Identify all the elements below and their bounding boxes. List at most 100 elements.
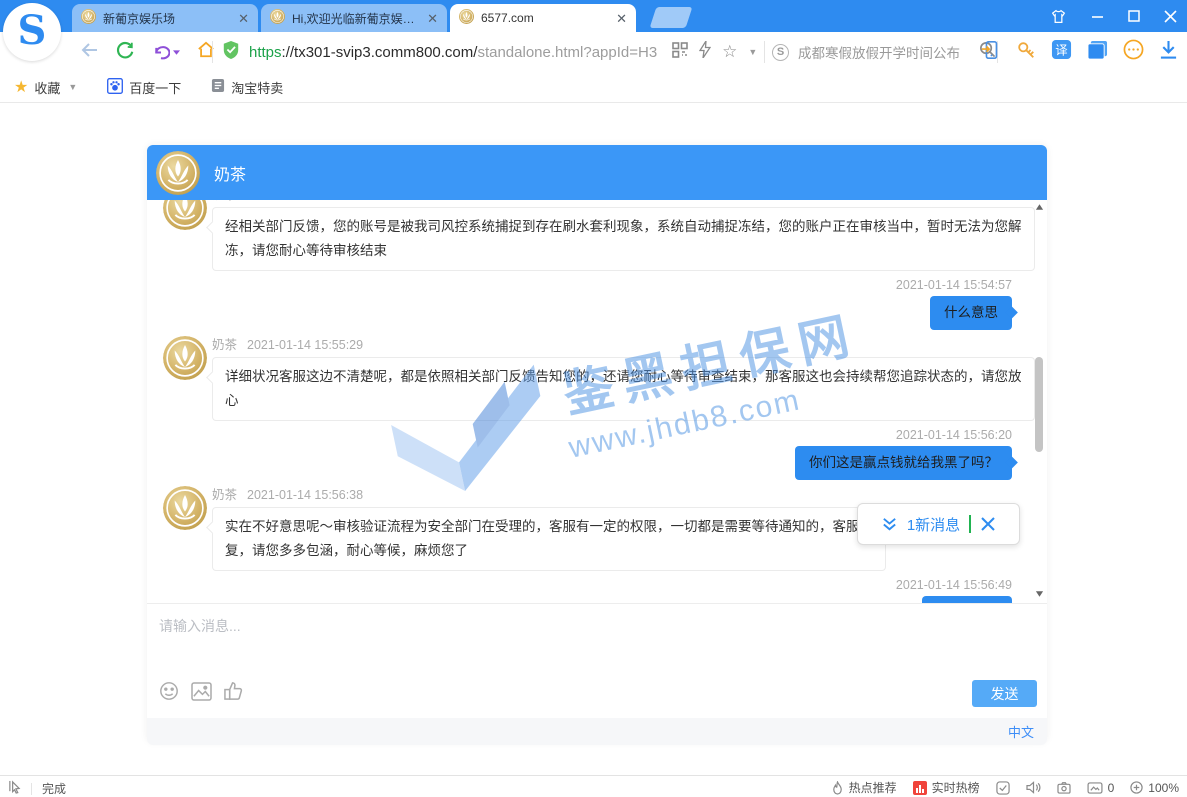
- collection-icon[interactable]: [1087, 40, 1108, 65]
- emoji-icon[interactable]: [159, 681, 179, 706]
- composer: 发送: [147, 603, 1047, 718]
- media-counter[interactable]: 0: [1087, 781, 1115, 795]
- message-input[interactable]: [159, 616, 859, 668]
- page-status-text: 完成: [42, 780, 66, 797]
- new-message-label[interactable]: 1新消息: [907, 514, 960, 535]
- bookmark-taobao[interactable]: 淘宝特卖: [211, 78, 283, 97]
- message-bubble: 详细状况客服这边不清楚呢，都是依照相关部门反馈告知您的，还请您耐心等待审查结束，…: [212, 357, 1035, 421]
- task-check-icon[interactable]: [996, 781, 1010, 795]
- password-key-icon[interactable]: [1016, 40, 1036, 65]
- agent-message: 奶茶2021-01-14 15:55:29 详细状况客服这边不清楚呢，都是依照相…: [163, 336, 1012, 421]
- tab-title: 6577.com: [481, 11, 609, 25]
- minimize-button[interactable]: [1091, 10, 1104, 23]
- tab-casino-1[interactable]: 新葡京娱乐场 ✕: [72, 4, 258, 32]
- bookmark-label: 淘宝特卖: [231, 78, 283, 97]
- tab-6577-active[interactable]: 6577.com ✕: [450, 4, 636, 32]
- scrollbar-thumb[interactable]: [1035, 357, 1043, 452]
- user-message-partial: 2021-01-14 15:56:49: [163, 577, 1012, 603]
- agent-avatar: [163, 486, 207, 530]
- chat-footer: 中文: [147, 718, 1047, 745]
- message-bubble: 实在不好意思呢～审核验证流程为安全部门在受理的，客服有一定的权限，一切都是需要等…: [212, 507, 886, 571]
- send-to-phone-icon[interactable]: [981, 40, 1001, 65]
- thumbs-up-icon[interactable]: [224, 681, 243, 706]
- scroll-down-icon[interactable]: [1035, 589, 1044, 599]
- image-upload-icon[interactable]: [191, 682, 212, 706]
- tab-favicon-icon: [81, 9, 96, 27]
- new-message-notification[interactable]: 1新消息: [857, 503, 1020, 545]
- tab-close-icon[interactable]: ✕: [616, 12, 627, 25]
- security-shield-icon[interactable]: [222, 40, 240, 65]
- addr-dropdown-icon[interactable]: ▼: [748, 47, 757, 57]
- agent-name: 奶茶: [214, 161, 246, 185]
- more-menu-icon[interactable]: [1123, 39, 1144, 65]
- download-icon[interactable]: [1159, 40, 1178, 65]
- search-suggestion-text[interactable]: 成都寒假放假开学时间公布: [798, 42, 970, 62]
- notification-divider: [969, 515, 971, 533]
- chat-header: 奶茶: [147, 145, 1047, 200]
- send-button[interactable]: 发送: [972, 680, 1037, 707]
- message-bubble-clipped: [922, 596, 1012, 603]
- undo-icon[interactable]: [152, 45, 180, 60]
- cursor-mode-icon[interactable]: [8, 780, 21, 797]
- chat-scrollbar[interactable]: [1035, 202, 1044, 603]
- favorites-caret-icon: ▼: [68, 82, 77, 92]
- sogou-search-icon: S: [772, 44, 789, 61]
- theme-shirt-icon[interactable]: [1050, 9, 1067, 24]
- agent-avatar: [163, 200, 207, 230]
- agent-message: 奶茶2021-01-14 15:54:40 经相关部门反馈，您的账号是被我司风控…: [163, 200, 1012, 271]
- notification-close-icon[interactable]: [980, 516, 996, 532]
- message-time: 2021-01-14 15:54:57: [163, 277, 1012, 293]
- favorites-menu[interactable]: ★ 收藏 ▼: [14, 77, 77, 97]
- maximize-button[interactable]: [1128, 10, 1140, 22]
- agent-avatar: [156, 151, 200, 195]
- message-sender: 奶茶: [212, 338, 237, 352]
- trending-chart-icon: [913, 781, 927, 795]
- message-sender: 奶茶: [212, 200, 237, 202]
- message-bubble: 经相关部门反馈，您的账号是被我司风控系统捕捉到存在刷水套利现象，系统自动捕捉冻结…: [212, 207, 1035, 271]
- back-icon[interactable]: [80, 42, 99, 63]
- realtime-trending-button[interactable]: 实时热榜: [913, 779, 980, 796]
- message-time: 2021-01-14 15:55:29: [247, 338, 363, 352]
- lightning-icon[interactable]: [699, 41, 711, 63]
- refresh-icon[interactable]: [116, 41, 135, 64]
- url-text[interactable]: https://tx301-svip3.comm800.com/standalo…: [249, 44, 657, 61]
- svg-text:译: 译: [1055, 43, 1068, 57]
- bookmark-label: 百度一下: [129, 78, 181, 97]
- tab-close-icon[interactable]: ✕: [238, 12, 249, 25]
- tab-close-icon[interactable]: ✕: [427, 12, 438, 25]
- tab-favicon-icon: [459, 9, 474, 27]
- browser-titlebar: 新葡京娱乐场 ✕ Hi,欢迎光临新葡京娱樂場 ✕ 6577.com ✕: [0, 0, 1187, 32]
- message-time: 2021-01-14 15:56:20: [163, 427, 1012, 443]
- message-bubble: 你们这是赢点钱就给我黑了吗？: [795, 446, 1012, 480]
- message-sender: 奶茶: [212, 488, 237, 502]
- browser-toolbar: https://tx301-svip3.comm800.com/standalo…: [0, 32, 1187, 72]
- search-box[interactable]: S 成都寒假放假开学时间公布: [772, 32, 996, 72]
- media-icon: [1087, 782, 1103, 794]
- favorites-label: 收藏: [34, 78, 60, 97]
- favorites-star-icon: ★: [14, 77, 28, 97]
- new-tab-button[interactable]: [650, 7, 693, 28]
- bookmark-baidu[interactable]: 百度一下: [107, 78, 181, 97]
- screenshot-icon[interactable]: [1057, 782, 1071, 794]
- sound-icon[interactable]: [1026, 781, 1041, 794]
- user-message: 2021-01-14 15:56:20 你们这是赢点钱就给我黑了吗？: [163, 427, 1012, 480]
- tab-title: 新葡京娱乐场: [103, 10, 231, 27]
- qr-code-icon[interactable]: [672, 42, 688, 63]
- translate-icon[interactable]: 译: [1051, 39, 1072, 65]
- baidu-paw-icon: [107, 78, 123, 97]
- language-switch[interactable]: 中文: [1008, 722, 1034, 741]
- sogou-logo[interactable]: S: [3, 3, 61, 61]
- zoom-plus-icon: [1130, 781, 1143, 794]
- zoom-control[interactable]: 100%: [1130, 781, 1179, 795]
- bookmarks-bar: ★ 收藏 ▼ 百度一下 淘宝特卖: [0, 72, 1187, 103]
- tab-title: Hi,欢迎光临新葡京娱樂場: [292, 10, 420, 27]
- tab-casino-2[interactable]: Hi,欢迎光临新葡京娱樂場 ✕: [261, 4, 447, 32]
- message-time: 2021-01-14 15:56:49: [163, 577, 1012, 593]
- close-button[interactable]: [1164, 10, 1177, 23]
- bookmark-star-icon[interactable]: ☆: [722, 42, 737, 62]
- scroll-up-icon[interactable]: [1035, 202, 1044, 212]
- hot-recommend-button[interactable]: 热点推荐: [831, 779, 897, 796]
- address-bar[interactable]: https://tx301-svip3.comm800.com/standalo…: [222, 32, 757, 72]
- chat-widget: 奶茶 奶茶 2021-01-14 15:54:40 经相关部门反馈，您的账号是被我…: [147, 145, 1047, 742]
- message-time: 2021-01-14 15:54:40: [247, 200, 363, 202]
